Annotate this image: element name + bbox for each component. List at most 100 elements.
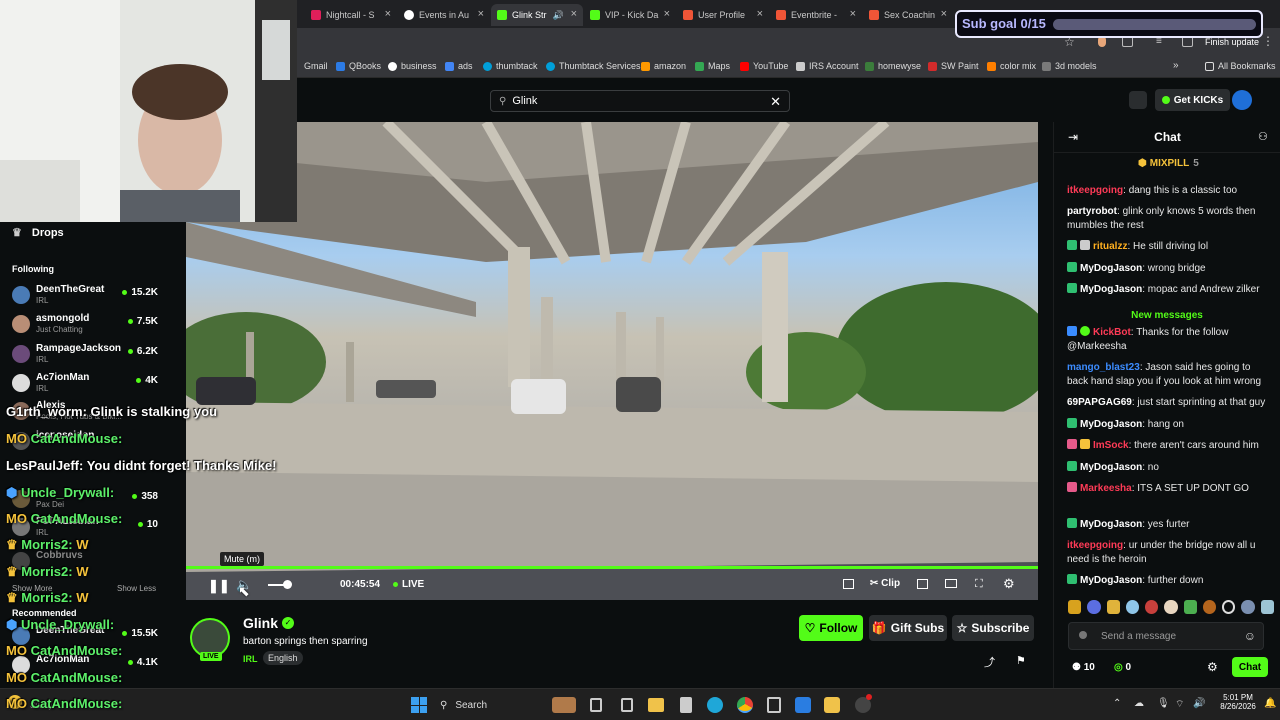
mini-player-icon[interactable] [843,579,854,589]
bookmark-3d-models[interactable]: 3d models [1042,61,1097,71]
stack-app-icon[interactable] [824,697,840,713]
chat-message[interactable]: MyDogJason: yes furter [1067,518,1267,532]
stream-category[interactable]: IRL [243,654,258,664]
channel-points[interactable]: ◎ 0 [1114,662,1131,673]
browser-tab[interactable]: Events in Au × [398,4,490,26]
bookmark-irs[interactable]: IRS Account [796,61,859,71]
cloud-icon[interactable]: ☁ [1134,698,1144,709]
edge-icon[interactable] [707,697,723,713]
bookmark-youtube[interactable]: YouTube [740,61,788,71]
streamer-name[interactable]: Glink [243,615,278,631]
microphone-icon[interactable]: 🎙 [1157,698,1170,709]
close-tab-icon[interactable]: × [757,8,763,20]
task-view-icon[interactable] [590,698,602,712]
bookmark-maps[interactable]: Maps [695,61,730,71]
emote-icon[interactable] [1087,600,1101,614]
audio-playing-icon[interactable]: 🔊 [553,10,564,21]
chat-message[interactable]: MyDogJason: hang on [1067,418,1267,432]
close-tab-icon[interactable]: × [850,8,856,20]
browser-tab[interactable]: VIP - Kick Da × [584,4,676,26]
chat-message[interactable]: itkeepgoing: dang this is a classic too [1067,184,1267,198]
inbox-icon[interactable] [1129,91,1147,109]
search-highlight-icon[interactable] [552,697,576,713]
bookmark-homewyse[interactable]: homewyse [865,61,921,71]
notepad-icon[interactable] [621,698,633,712]
emote-icon[interactable] [1260,600,1274,614]
get-kicks-button[interactable]: Get KICKs [1155,89,1230,111]
fullscreen-icon[interactable]: ⛶ [975,578,983,591]
emote-icon[interactable] [1125,600,1139,614]
speaker-icon[interactable]: 🔊 [1193,698,1205,709]
sidebar-channel[interactable]: asmongold Just Chatting 7.5K [12,311,182,339]
bookmark-sw-paint[interactable]: SW Paint [928,61,979,71]
gift-subs-button[interactable]: 🎁 Gift Subs [869,615,947,641]
browser-tab[interactable]: User Profile × [677,4,769,26]
close-tab-icon[interactable]: × [571,8,577,20]
emote-icon[interactable] [1222,600,1236,614]
browser-tab-active[interactable]: Glink Str 🔊 × [491,4,583,26]
wifi-icon[interactable]: ⌔ [1175,698,1184,711]
finish-update-button[interactable]: Finish update [1205,37,1259,47]
chat-message[interactable]: ImSock: there aren't cars around him [1067,439,1267,453]
chat-settings-gear-icon[interactable]: ⚙ [1207,660,1218,674]
emote-icon[interactable] [1183,600,1197,614]
file-explorer-icon[interactable] [648,698,664,712]
chat-identity-icon[interactable] [1079,631,1087,639]
bookmark-thumbtack[interactable]: thumbtack [483,61,538,71]
clip-button[interactable]: ✂ Clip [870,578,900,589]
close-tab-icon[interactable]: × [941,8,947,20]
share-icon[interactable]: ⤴ [984,654,995,670]
chat-message[interactable]: partyrobot: glink only knows 5 words the… [1067,205,1267,233]
live-indicator[interactable]: LIVE [393,579,424,590]
chat-input[interactable]: Send a message ☺ [1068,622,1264,650]
bookmark-ads[interactable]: ads [445,61,473,71]
emote-icon[interactable] [1241,600,1255,614]
bookmark-qbooks[interactable]: QBooks [336,61,381,71]
close-tab-icon[interactable]: × [478,8,484,20]
bookmark-color-mix[interactable]: color mix [987,61,1036,71]
chat-message[interactable]: MyDogJason: no [1067,461,1267,475]
clear-search-icon[interactable]: ✕ [770,94,781,110]
chevron-right-icon[interactable]: » [1173,60,1179,71]
chat-message[interactable]: MyDogJason: further down [1067,574,1267,588]
chat-message[interactable]: itkeepgoing: ur under the bridge now all… [1067,539,1267,567]
chat-message[interactable]: 69PAPGAG69: just start sprinting at that… [1067,396,1267,410]
browser-menu-icon[interactable]: ⋮ [1262,34,1274,48]
bookmark-gmail[interactable]: Gmail [304,61,328,71]
chat-message[interactable]: KickBot: Thanks for the follow @Markeesh… [1067,326,1267,354]
pinned-gifter[interactable]: ⬢ MIXPILL 5 [1138,158,1199,169]
bookmark-amazon[interactable]: amazon [641,61,686,71]
calculator-app-icon[interactable] [680,697,692,713]
close-tab-icon[interactable]: × [385,8,391,20]
emote-icon[interactable] [1068,600,1082,614]
taskbar-search[interactable]: ⚲ Search [440,695,540,715]
sidebar-channel[interactable]: DeenTheGreat IRL 15.2K [12,282,182,310]
chat-users-icon[interactable]: ⚇ [1258,130,1268,143]
emote-icon[interactable] [1106,600,1120,614]
chevron-up-icon[interactable]: ⌃ [1113,698,1121,709]
bookmark-business[interactable]: business [388,61,437,71]
report-flag-icon[interactable]: ⚑ [1016,654,1026,667]
all-bookmarks[interactable]: All Bookmarks [1205,61,1276,71]
sidebar-channel[interactable]: Ac7ionMan IRL 4K [12,370,182,398]
emote-icon[interactable] [1145,600,1159,614]
emote-icon[interactable] [1202,600,1216,614]
browser-tab[interactable]: Nightcall - S × [305,4,397,26]
send-chat-button[interactable]: Chat [1232,657,1268,677]
search-input[interactable]: ⚲ Glink ✕ [490,90,790,112]
subscribe-button[interactable]: ☆ Subscribe [952,615,1034,641]
sidebar-item-drops[interactable]: ♛ Drops [12,226,64,240]
pause-button[interactable]: ❚❚ [208,578,230,594]
chat-message[interactable]: mango_blast23: Jason said hes going to b… [1067,361,1267,389]
follow-button[interactable]: ♡ Follow [799,615,863,641]
chat-message[interactable]: MyDogJason: wrong bridge [1067,262,1267,276]
volume-handle[interactable] [283,580,292,589]
show-less-button[interactable]: Show Less [117,584,156,593]
video-player[interactable] [186,122,1038,600]
clock[interactable]: 5:01 PM 8/26/2026 [1218,693,1258,711]
language-tag[interactable]: English [263,651,303,665]
app-icon[interactable] [795,697,811,713]
avatar[interactable] [1232,90,1252,110]
sidebar-channel[interactable]: RampageJackson IRL 6.2K [12,341,182,369]
browser-tab[interactable]: Sex Coachin × [863,4,953,26]
